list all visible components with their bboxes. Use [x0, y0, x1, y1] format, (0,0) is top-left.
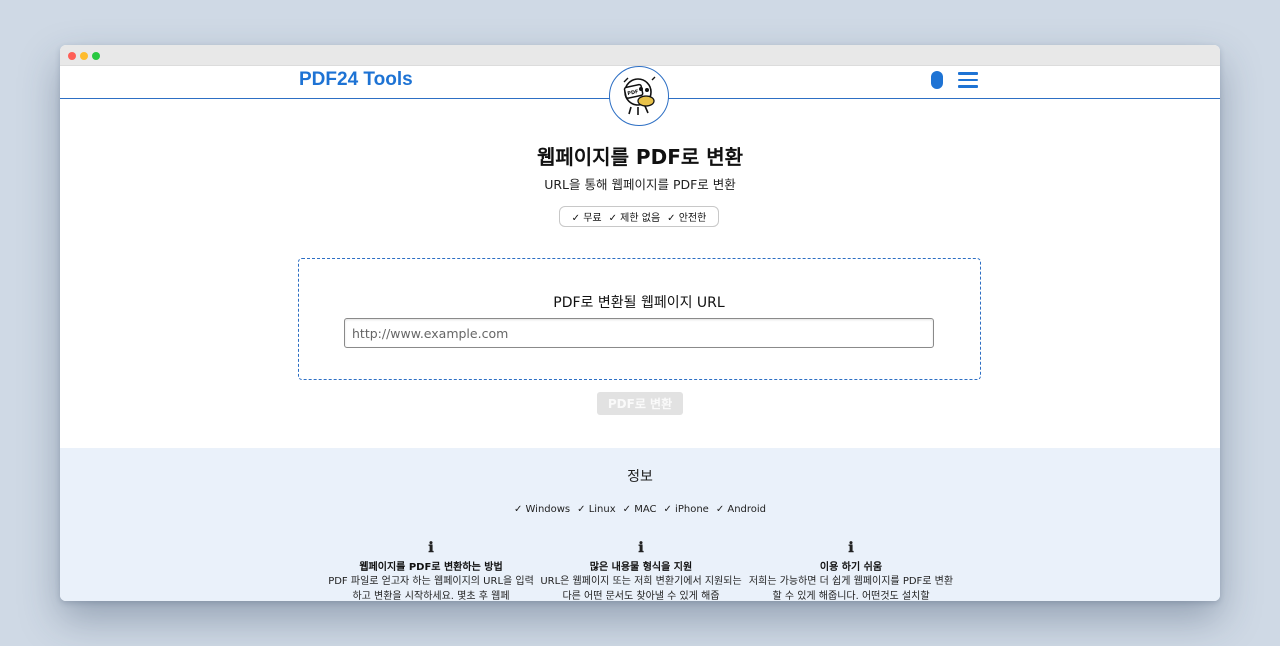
close-window-button[interactable]	[68, 52, 76, 60]
info-column-heading: 이용 하기 쉬움	[819, 562, 883, 573]
info-icon: ℹ	[638, 540, 644, 556]
platform-android: ✓ Android	[715, 504, 767, 515]
window-titlebar	[60, 45, 1220, 66]
info-column-formats: ℹ 많은 내용물 형식을 지원 URL은 웹페이지 또는 저희 변환기에서 지원…	[536, 540, 746, 602]
info-icon: ℹ	[848, 540, 854, 556]
convert-to-pdf-button[interactable]: PDF로 변환	[597, 392, 683, 415]
platform-iphone: ✓ iPhone	[663, 504, 709, 515]
minimize-window-button[interactable]	[80, 52, 88, 60]
platform-linux: ✓ Linux	[577, 504, 616, 515]
page-title: 웹페이지를 PDF로 변환	[536, 145, 744, 169]
info-section: 정보 ✓ Windows ✓ Linux ✓ MAC ✓ iPhone ✓ An…	[60, 448, 1220, 601]
feature-unlimited: ✓ 제한 없음	[608, 213, 661, 224]
info-column-body: PDF 파일로 얻고자 하는 웹페이지의 URL을 입력하고 변환을 시작하세요…	[328, 576, 534, 601]
info-columns: ℹ 웹페이지를 PDF로 변환하는 방법 PDF 파일로 얻고자 하는 웹페이지…	[326, 540, 956, 602]
feature-badge: ✓ 무료 ✓ 제한 없음 ✓ 안전한	[559, 206, 719, 227]
info-column-heading: 웹페이지를 PDF로 변환하는 방법	[359, 562, 503, 573]
platform-mac: ✓ MAC	[622, 504, 657, 515]
info-title: 정보	[627, 469, 653, 485]
mascot-logo-icon[interactable]: PDF	[609, 66, 669, 126]
url-field-label: PDF로 변환될 웹페이지 URL	[553, 295, 725, 311]
info-column-how-to: ℹ 웹페이지를 PDF로 변환하는 방법 PDF 파일로 얻고자 하는 웹페이지…	[326, 540, 536, 602]
url-input[interactable]	[344, 318, 934, 348]
browser-window: PDF24 Tools PDF 웹페이지를 PDF로 변환 URL을 통해 웹페…	[60, 45, 1220, 601]
maximize-window-button[interactable]	[92, 52, 100, 60]
info-column-heading: 많은 내용물 형식을 지원	[589, 562, 693, 573]
url-input-panel: PDF로 변환될 웹페이지 URL	[298, 258, 981, 380]
info-column-body: URL은 웹페이지 또는 저희 변환기에서 지원되는 다른 어떤 문서도 찾아낼…	[540, 576, 742, 601]
platform-list: ✓ Windows ✓ Linux ✓ MAC ✓ iPhone ✓ Andro…	[60, 504, 1220, 515]
info-column-easy: ℹ 이용 하기 쉬움 저희는 가능하면 더 쉽게 웹페이지를 PDF로 변환할 …	[746, 540, 956, 602]
platform-windows: ✓ Windows	[513, 504, 571, 515]
info-column-body: 저희는 가능하면 더 쉽게 웹페이지를 PDF로 변환할 수 있게 해줍니다. …	[748, 576, 954, 601]
page-subtitle: URL을 통해 웹페이지를 PDF로 변환	[544, 177, 736, 192]
feature-free: ✓ 무료	[571, 213, 602, 224]
brand-logo-text[interactable]: PDF24 Tools	[299, 69, 413, 91]
mouse-icon[interactable]	[931, 71, 943, 89]
info-icon: ℹ	[428, 540, 434, 556]
hamburger-menu-icon[interactable]	[958, 72, 978, 88]
feature-secure: ✓ 안전한	[667, 213, 707, 224]
